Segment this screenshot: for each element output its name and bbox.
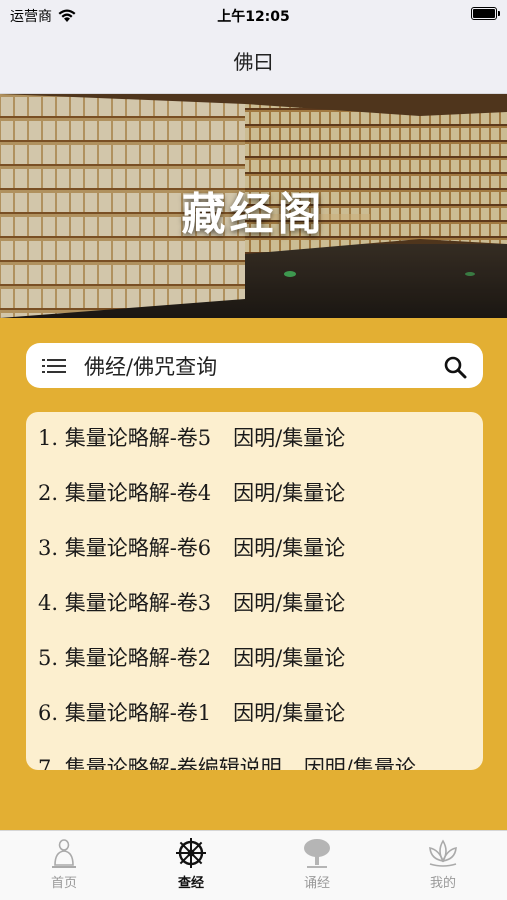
list-item[interactable]: 2. 集量论略解-卷4 因明/集量论 (38, 477, 345, 507)
tab-chanting-label: 诵经 (303, 876, 330, 891)
status-bar: 运营商 上午12:05 (0, 0, 507, 32)
dharma-wheel-icon (176, 838, 206, 868)
item-title: 1. 集量论略解-卷5 (38, 426, 212, 450)
lotus-icon (429, 839, 457, 867)
bodhi-tree-icon (304, 839, 330, 868)
list-item[interactable]: 6. 集量论略解-卷1 因明/集量论 (38, 697, 345, 727)
tab-home[interactable]: 首页 (24, 837, 104, 891)
results-list: 1. 集量论略解-卷5 因明/集量论 2. 集量论略解-卷4 因明/集量论 3. 集… (26, 412, 483, 770)
list-item[interactable]: 5. 集量论略解-卷2 因明/集量论 (38, 642, 345, 672)
tab-mine-label: 我的 (429, 876, 456, 891)
item-category: 因明/集量论 (233, 536, 346, 560)
battery-icon (471, 7, 500, 20)
item-title: 5. 集量论略解-卷2 (38, 646, 212, 670)
item-title: 6. 集量论略解-卷1 (38, 701, 212, 725)
item-category: 因明/集量论 (233, 481, 346, 505)
navigation-bar: 佛曰 (0, 32, 507, 94)
tab-home-label: 首页 (50, 876, 77, 891)
item-category: 因明/集量论 (233, 426, 346, 450)
page-title: 佛曰 (233, 50, 274, 74)
search-label[interactable]: 佛经/佛咒查询 (84, 351, 217, 381)
list-item[interactable]: 3. 集量论略解-卷6 因明/集量论 (38, 532, 345, 562)
item-category: 因明/集量论 (303, 756, 416, 770)
item-title: 2. 集量论略解-卷4 (38, 481, 212, 505)
tab-chanting[interactable]: 诵经 (277, 837, 357, 891)
item-title: 7. 集量论略解-卷编辑说明 (38, 756, 282, 770)
banner-title: 藏经阁 (181, 189, 326, 240)
tab-bar: 首页 查经 诵经 我的 (0, 830, 507, 900)
item-category: 因明/集量论 (233, 591, 346, 615)
buddha-icon (52, 839, 76, 868)
status-time: 上午12:05 (217, 9, 290, 25)
library-banner: 藏经阁 (0, 94, 507, 318)
tab-mine[interactable]: 我的 (403, 837, 483, 891)
list-item[interactable]: 1. 集量论略解-卷5 因明/集量论 (38, 422, 345, 452)
item-category: 因明/集量论 (233, 701, 346, 725)
item-title: 4. 集量论略解-卷3 (38, 591, 212, 615)
list-item[interactable]: 7. 集量论略解-卷编辑说明 因明/集量论 (38, 752, 416, 770)
search-bar[interactable]: 佛经/佛咒查询 (26, 343, 483, 388)
tab-scripture[interactable]: 查经 (151, 837, 231, 891)
item-category: 因明/集量论 (233, 646, 346, 670)
list-icon[interactable] (42, 359, 66, 373)
search-icon[interactable] (443, 355, 467, 379)
list-item[interactable]: 4. 集量论略解-卷3 因明/集量论 (38, 587, 345, 617)
tab-scripture-label: 查经 (177, 876, 204, 891)
item-title: 3. 集量论略解-卷6 (38, 536, 212, 560)
